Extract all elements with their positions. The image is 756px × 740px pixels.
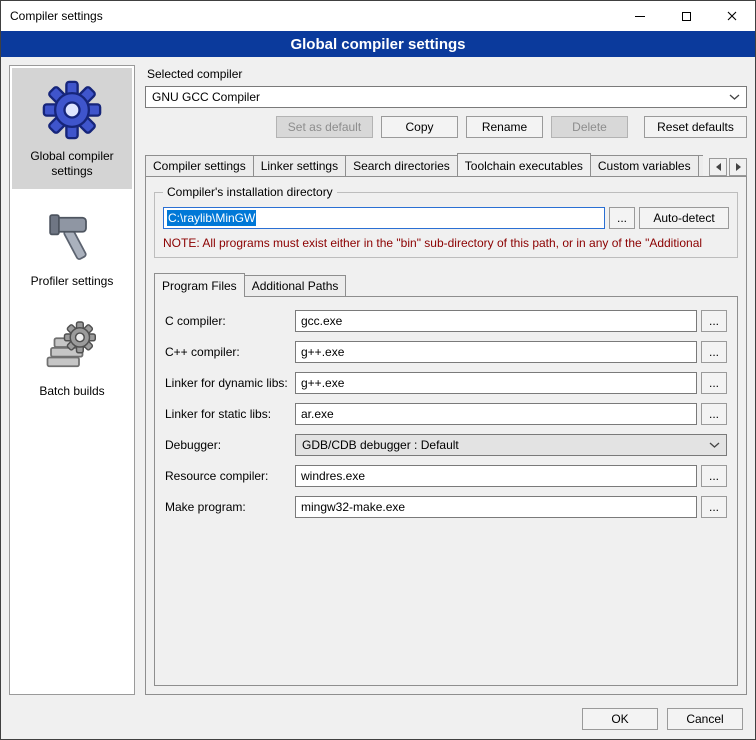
close-button[interactable] [709,1,755,31]
tab-search-directories[interactable]: Search directories [345,155,458,176]
tab-scroll-right-button[interactable] [729,158,747,176]
sidebar-item-global-compiler-settings[interactable]: Global compiler settings [12,68,132,189]
compiler-action-buttons: Set as default Copy Rename Delete Reset … [145,116,747,138]
program-files-panel: C compiler: ... C++ compiler: ... Linker… [154,296,738,686]
tabs: Compiler settings Linker settings Search… [145,152,703,176]
sidebar-item-label: Profiler settings [31,274,114,289]
maximize-button[interactable] [663,1,709,31]
sidebar: Global compiler settings Profiler settin… [9,65,135,695]
dialog-content: Global compiler settings Profiler settin… [1,57,755,699]
debugger-value: GDB/CDB debugger : Default [302,438,703,452]
dynamic-linker-input[interactable] [295,372,697,394]
batch-builds-gear-icon [44,319,100,375]
sidebar-item-batch-builds[interactable]: Batch builds [12,307,132,409]
tab-scroll-buttons [707,158,747,176]
make-program-input[interactable] [295,496,697,518]
tab-custom-variables[interactable]: Custom variables [590,155,699,176]
tab-compiler-settings[interactable]: Compiler settings [145,155,254,176]
compiler-settings-dialog: Compiler settings Global compiler settin… [0,0,756,740]
close-icon [727,11,737,21]
field-row: Linker for dynamic libs: ... [165,372,727,394]
field-row: Debugger: GDB/CDB debugger : Default [165,434,727,456]
cpp-compiler-label: C++ compiler: [165,345,295,359]
cpp-compiler-browse-button[interactable]: ... [701,341,727,363]
minimize-icon [635,16,645,17]
dialog-header-title: Global compiler settings [290,36,465,53]
minimize-button[interactable] [617,1,663,31]
sub-tab-strip: Program Files Additional Paths [154,272,738,296]
dynamic-linker-label: Linker for dynamic libs: [165,376,295,390]
tab-build-options[interactable]: Buil [698,155,703,176]
cancel-button[interactable]: Cancel [667,708,743,730]
sidebar-item-label: Global compiler settings [14,149,130,179]
subtab-additional-paths[interactable]: Additional Paths [244,275,347,296]
profiler-hammer-icon [44,209,100,265]
autodetect-button[interactable]: Auto-detect [639,207,729,229]
sidebar-item-profiler-settings[interactable]: Profiler settings [12,197,132,299]
rename-button[interactable]: Rename [466,116,543,138]
global-compiler-gear-icon [42,80,102,140]
titlebar[interactable]: Compiler settings [1,1,755,31]
static-linker-input[interactable] [295,403,697,425]
chevron-down-icon [729,94,740,100]
installation-directory-browse-button[interactable]: ... [609,207,635,229]
field-row: C++ compiler: ... [165,341,727,363]
field-row: Linker for static libs: ... [165,403,727,425]
chevron-down-icon [709,442,720,448]
ok-button[interactable]: OK [582,708,658,730]
static-linker-browse-button[interactable]: ... [701,403,727,425]
window-controls [617,1,755,31]
maximize-icon [682,12,691,21]
dialog-header: Global compiler settings [1,31,755,57]
main-panel: Selected compiler GNU GCC Compiler Set a… [145,65,747,695]
dynamic-linker-browse-button[interactable]: ... [701,372,727,394]
copy-button[interactable]: Copy [381,116,458,138]
set-as-default-button: Set as default [276,116,373,138]
dialog-footer: OK Cancel [1,699,755,739]
delete-button: Delete [551,116,628,138]
resource-compiler-label: Resource compiler: [165,469,295,483]
arrow-right-icon [736,163,741,171]
resource-compiler-browse-button[interactable]: ... [701,465,727,487]
subtab-program-files[interactable]: Program Files [154,273,245,297]
field-row: Make program: ... [165,496,727,518]
tab-toolchain-executables[interactable]: Toolchain executables [457,153,591,176]
installation-directory-group: Compiler's installation directory C:\ray… [154,192,738,258]
debugger-select[interactable]: GDB/CDB debugger : Default [295,434,727,456]
tab-linker-settings[interactable]: Linker settings [253,155,346,176]
installation-directory-row: C:\raylib\MinGW ... Auto-detect [163,207,729,229]
tab-scroll-left-button[interactable] [709,158,727,176]
selected-compiler-label: Selected compiler [147,67,747,81]
sidebar-item-label: Batch builds [39,384,104,399]
make-program-browse-button[interactable]: ... [701,496,727,518]
selected-compiler-select[interactable]: GNU GCC Compiler [145,86,747,108]
static-linker-label: Linker for static libs: [165,407,295,421]
cpp-compiler-input[interactable] [295,341,697,363]
field-row: C compiler: ... [165,310,727,332]
resource-compiler-input[interactable] [295,465,697,487]
window-title: Compiler settings [1,9,103,23]
field-row: Resource compiler: ... [165,465,727,487]
debugger-label: Debugger: [165,438,295,452]
tab-strip: Compiler settings Linker settings Search… [145,152,747,176]
reset-defaults-button[interactable]: Reset defaults [644,116,747,138]
note-text: NOTE: All programs must exist either in … [163,236,729,250]
arrow-left-icon [716,163,721,171]
toolchain-executables-panel: Compiler's installation directory C:\ray… [145,176,747,695]
installation-directory-input[interactable]: C:\raylib\MinGW [163,207,605,229]
c-compiler-browse-button[interactable]: ... [701,310,727,332]
selected-compiler-value: GNU GCC Compiler [152,90,723,104]
installation-directory-value: C:\raylib\MinGW [167,210,256,226]
installation-directory-group-title: Compiler's installation directory [163,185,337,199]
c-compiler-label: C compiler: [165,314,295,328]
c-compiler-input[interactable] [295,310,697,332]
make-program-label: Make program: [165,500,295,514]
